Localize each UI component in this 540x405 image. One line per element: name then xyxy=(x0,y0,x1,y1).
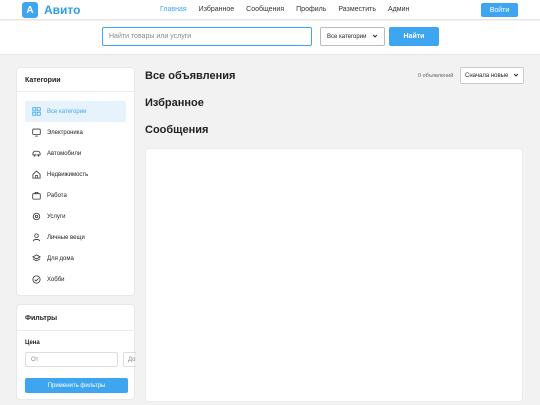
price-label: Цена xyxy=(25,340,40,346)
nav-favorites[interactable]: Избранное xyxy=(199,6,234,13)
sort-select[interactable]: Сначала новые xyxy=(460,67,524,84)
listings-count: 0 объявлений xyxy=(418,73,454,79)
favorites-title: Избранное xyxy=(145,97,204,109)
sidebar-item-label: Автомобили xyxy=(47,150,82,157)
nav-post[interactable]: Разместить xyxy=(338,6,376,13)
briefcase-icon xyxy=(31,191,41,201)
sidebar-item-label: Личные вещи xyxy=(47,234,85,241)
sidebar-item-label: Электроника xyxy=(47,129,83,136)
sidebar-item-label: Работа xyxy=(47,192,67,199)
filters-title: Фильтры xyxy=(17,305,134,331)
sidebar-item-personal[interactable]: Личные вещи xyxy=(25,227,126,248)
gear-icon xyxy=(31,212,41,222)
login-button[interactable]: Войти xyxy=(481,3,518,17)
category-select[interactable]: Все категории xyxy=(320,27,385,46)
sidebar-item-jobs[interactable]: Работа xyxy=(25,185,126,206)
price-to-input[interactable]: До xyxy=(123,352,136,367)
categories-panel: Категории Все категории Электроника Авто… xyxy=(16,67,135,296)
top-header: А Авито Главная Избранное Сообщения Проф… xyxy=(0,0,540,20)
sidebar-item-label: Хобби xyxy=(47,276,65,283)
logo[interactable]: А Авито xyxy=(22,2,80,18)
logo-badge: А xyxy=(22,2,38,18)
main-nav: Главная Избранное Сообщения Профиль Разм… xyxy=(160,6,409,13)
filters-panel: Фильтры Цена От До Применить фильтры xyxy=(16,304,136,400)
sidebar-item-services[interactable]: Услуги xyxy=(25,206,126,227)
person-icon xyxy=(31,233,41,243)
search-button[interactable]: Найти xyxy=(389,27,439,46)
sidebar-item-real-estate[interactable]: Недвижимость xyxy=(25,164,126,185)
check-circle-icon xyxy=(31,275,41,285)
sidebar-item-label: Услуги xyxy=(47,213,66,220)
category-select-value: Все категории xyxy=(327,33,367,40)
chevron-down-icon xyxy=(372,33,378,41)
sidebar-item-label: Недвижимость xyxy=(47,171,89,178)
category-list: Все категории Электроника Автомобили Нед… xyxy=(17,92,134,290)
monitor-icon xyxy=(31,128,41,138)
house-icon xyxy=(31,170,41,180)
nav-home[interactable]: Главная xyxy=(160,6,187,13)
price-from-input[interactable]: От xyxy=(25,352,118,367)
apply-filters-button[interactable]: Применить фильтры xyxy=(25,378,128,393)
all-listings-title: Все объявления xyxy=(145,70,236,82)
sidebar-item-label: Для дома xyxy=(47,255,74,262)
sidebar-item-all[interactable]: Все категории xyxy=(25,101,126,122)
nav-messages[interactable]: Сообщения xyxy=(246,6,284,13)
categories-title: Категории xyxy=(17,68,134,92)
content-panel xyxy=(145,148,523,402)
sidebar-item-electronics[interactable]: Электроника xyxy=(25,122,126,143)
logo-text: Авито xyxy=(44,3,81,17)
car-icon xyxy=(31,149,41,159)
sidebar-item-home[interactable]: Для дома xyxy=(25,248,126,269)
grid-icon xyxy=(31,107,41,117)
messages-title: Сообщения xyxy=(145,124,209,136)
search-bar: Найти товары или услуги Все категории На… xyxy=(0,21,540,55)
sidebar-item-cars[interactable]: Автомобили xyxy=(25,143,126,164)
layers-icon xyxy=(31,254,41,264)
nav-profile[interactable]: Профиль xyxy=(296,6,326,13)
chevron-down-icon xyxy=(513,72,519,80)
nav-admin[interactable]: Админ xyxy=(388,6,409,13)
search-input[interactable]: Найти товары или услуги xyxy=(102,27,312,46)
sort-select-value: Сначала новые xyxy=(465,72,509,79)
sidebar-item-hobby[interactable]: Хобби xyxy=(25,269,126,290)
sidebar-item-label: Все категории xyxy=(47,108,87,115)
